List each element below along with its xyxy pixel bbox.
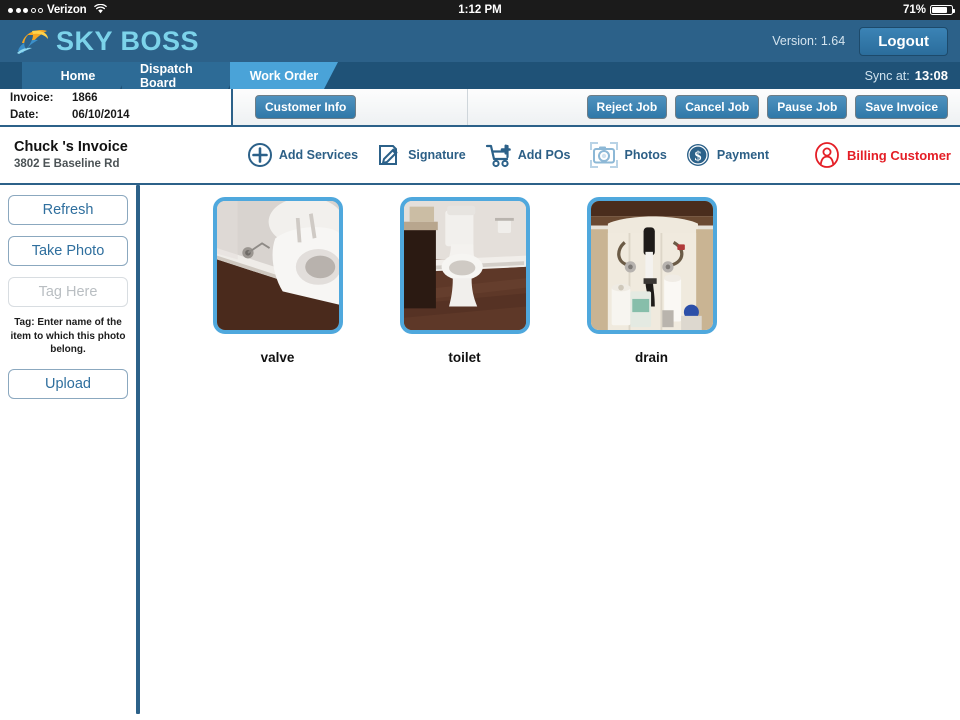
invoice-heading-group: Chuck 's Invoice 3802 E Baseline Rd (0, 138, 238, 173)
person-circle-icon (813, 141, 841, 169)
billing-customer-label: Billing Customer (847, 148, 951, 163)
photo-thumbnail-drain[interactable] (587, 197, 717, 334)
photos-button[interactable]: Photos (580, 141, 676, 169)
dollar-circle-icon: $ (685, 142, 711, 168)
add-pos-button[interactable]: Add POs (475, 142, 580, 168)
status-bar-clock: 1:12 PM (0, 4, 960, 16)
app-header: SKY BOSS Version: 1.64 Logout (0, 20, 960, 62)
tab-dispatch-board[interactable]: Dispatch Board (122, 62, 242, 89)
payment-button[interactable]: $ Payment (676, 142, 778, 168)
svg-text:$: $ (694, 149, 701, 164)
sync-label: Sync at: (865, 69, 910, 83)
invoice-date-label: Date: (10, 107, 72, 124)
signature-label: Signature (408, 148, 466, 162)
photos-label: Photos (625, 148, 667, 162)
ios-status-bar: Verizon 1:12 PM 71% (0, 0, 960, 20)
tab-work-order[interactable]: Work Order (230, 62, 338, 89)
reject-job-button[interactable]: Reject Job (587, 95, 668, 119)
signature-button[interactable]: Signature (367, 142, 475, 168)
invoice-info-bar: Invoice: 1866 Date: 06/10/2014 Customer … (0, 89, 960, 127)
upload-button[interactable]: Upload (8, 369, 128, 399)
cancel-job-button[interactable]: Cancel Job (675, 95, 759, 119)
app-logo: SKY BOSS (0, 26, 199, 56)
camera-icon (589, 141, 619, 169)
customer-info-group: Customer Info (233, 89, 468, 125)
take-photo-button[interactable]: Take Photo (8, 236, 128, 266)
photo-label: valve (261, 350, 295, 365)
invoice-date-value: 06/10/2014 (72, 107, 130, 124)
refresh-button[interactable]: Refresh (8, 195, 128, 225)
invoice-date-row: Date: 06/10/2014 (10, 107, 231, 124)
tag-help-text: Tag: Enter name of the item to which thi… (8, 316, 128, 357)
add-pos-label: Add POs (518, 148, 571, 162)
invoice-address: 3802 E Baseline Rd (14, 156, 238, 172)
photo-card: drain (558, 197, 745, 365)
add-services-label: Add Services (279, 148, 358, 162)
pencil-document-icon (376, 142, 402, 168)
plus-circle-icon (247, 142, 273, 168)
job-actions-group: Reject Job Cancel Job Pause Job Save Inv… (468, 89, 960, 125)
invoice-meta: Invoice: 1866 Date: 06/10/2014 (0, 89, 233, 125)
save-invoice-button[interactable]: Save Invoice (855, 95, 948, 119)
cart-plus-icon (484, 142, 512, 168)
tab-home[interactable]: Home (22, 62, 134, 89)
invoice-title: Chuck 's Invoice (14, 138, 238, 157)
sync-time: 13:08 (915, 68, 948, 83)
invoice-number-label: Invoice: (10, 90, 72, 107)
pause-job-button[interactable]: Pause Job (767, 95, 847, 119)
app-title: SKY BOSS (56, 28, 199, 55)
invoice-number-row: Invoice: 1866 (10, 90, 231, 107)
add-services-button[interactable]: Add Services (238, 142, 367, 168)
battery-icon (930, 5, 953, 15)
tag-input[interactable] (8, 277, 128, 307)
photo-sidebar: Refresh Take Photo Tag: Enter name of th… (0, 185, 136, 720)
photo-label: drain (635, 350, 668, 365)
action-buttons-group: Add Services Signature (238, 141, 960, 169)
sky-boss-swoosh-logo-icon (14, 26, 54, 56)
photo-thumbnail-valve[interactable] (213, 197, 343, 334)
photo-card: toilet (371, 197, 558, 365)
invoice-action-bar: Chuck 's Invoice 3802 E Baseline Rd Add … (0, 127, 960, 185)
logout-button[interactable]: Logout (859, 27, 948, 56)
sync-status: Sync at: 13:08 (865, 68, 960, 83)
photo-card: valve (184, 197, 371, 365)
version-label: Version: 1.64 (772, 34, 845, 48)
customer-info-button[interactable]: Customer Info (255, 95, 356, 119)
invoice-number-value: 1866 (72, 90, 98, 107)
header-right-group: Version: 1.64 Logout (772, 27, 960, 56)
photo-thumbnail-toilet[interactable] (400, 197, 530, 334)
payment-label: Payment (717, 148, 769, 162)
page-body: Refresh Take Photo Tag: Enter name of th… (0, 185, 960, 720)
photo-label: toilet (448, 350, 480, 365)
main-tab-bar: Home Dispatch Board Work Order Sync at: … (0, 62, 960, 89)
billing-customer-button[interactable]: Billing Customer (804, 141, 960, 169)
photo-gallery: valve (140, 185, 960, 720)
